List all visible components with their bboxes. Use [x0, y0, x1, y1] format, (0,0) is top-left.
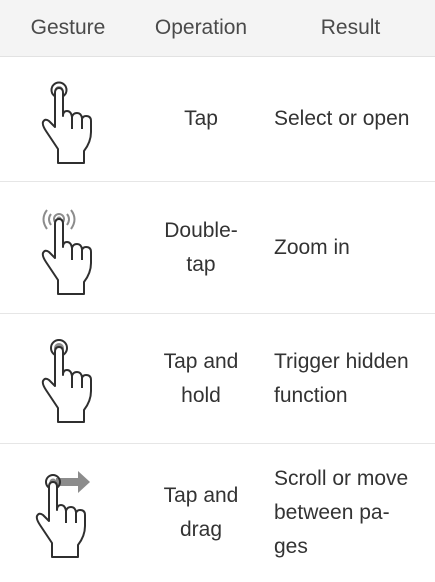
- result-label: Select or open: [274, 107, 410, 130]
- operation-label: Tap and hold: [163, 349, 239, 407]
- tap-hand-icon: [0, 57, 136, 181]
- header-result: Result: [320, 16, 381, 39]
- tap-and-hold-hand-icon: [0, 314, 136, 443]
- double-tap-hand-icon: [0, 182, 136, 313]
- gesture-table: Gesture Operation Result Tap Select or o…: [0, 0, 435, 582]
- table-row: Tap and hold Trigger hidden function: [0, 314, 435, 444]
- table-header: Gesture Operation Result: [0, 0, 435, 57]
- header-gesture: Gesture: [30, 16, 106, 39]
- result-label: Trigger hidden function: [274, 349, 409, 407]
- operation-label: Tap and drag: [163, 484, 239, 541]
- tap-and-drag-hand-icon: [0, 444, 136, 582]
- operation-label: Tap: [184, 107, 218, 130]
- table-row: Double- tap Zoom in: [0, 182, 435, 314]
- operation-label: Double- tap: [164, 218, 238, 276]
- result-label: Scroll or move between pa- ges: [274, 467, 409, 558]
- result-label: Zoom in: [274, 235, 350, 259]
- header-operation: Operation: [154, 16, 248, 39]
- table-row: Tap Select or open: [0, 57, 435, 182]
- table-row: Tap and drag Scroll or move between pa- …: [0, 444, 435, 582]
